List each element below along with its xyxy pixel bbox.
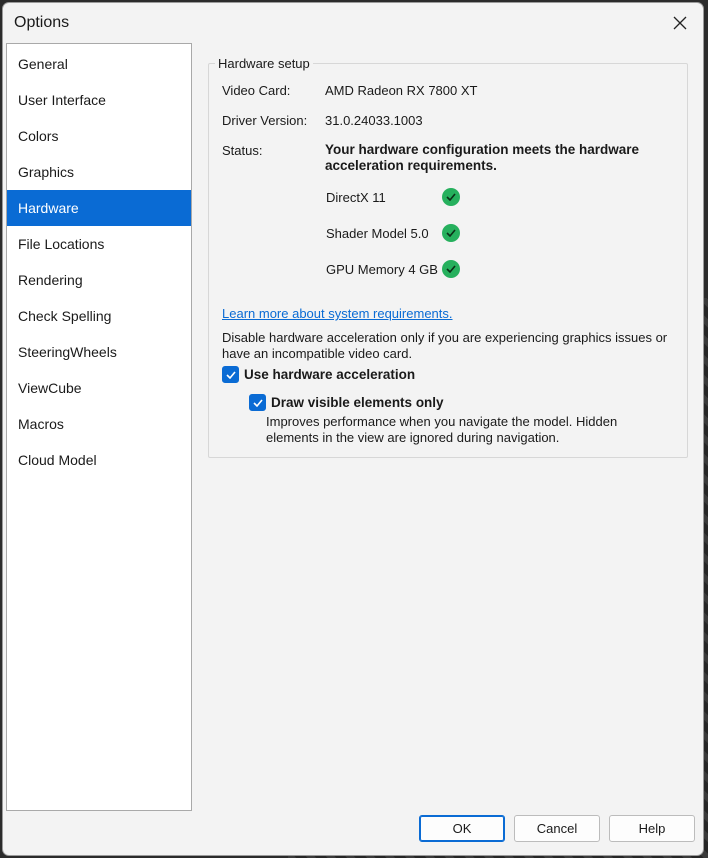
draw-visible-elements-checkbox[interactable]: Draw visible elements only (249, 394, 444, 411)
video-card-label: Video Card: (222, 83, 291, 98)
dialog-title: Options (14, 14, 70, 31)
checkbox-label[interactable]: Draw visible elements only (271, 395, 444, 410)
requirement-gpu-memory: GPU Memory 4 GB (326, 259, 438, 279)
checkbox-checked-icon[interactable] (249, 394, 266, 411)
cancel-button[interactable]: Cancel (514, 815, 600, 842)
dialog-footer: OK Cancel Help (3, 809, 703, 855)
requirement-label: Shader Model 5.0 (326, 225, 429, 241)
driver-version-label: Driver Version: (222, 113, 308, 128)
use-hardware-acceleration-checkbox[interactable]: Use hardware acceleration (222, 366, 415, 383)
draw-visible-description: Improves performance when you navigate t… (266, 414, 618, 445)
check-icon (442, 260, 460, 278)
help-button[interactable]: Help (609, 815, 695, 842)
requirement-directx: DirectX 11 (326, 187, 386, 207)
group-title: Hardware setup (215, 56, 313, 71)
sidebar-item-colors[interactable]: Colors (7, 118, 191, 154)
check-icon (442, 188, 460, 206)
check-icon (442, 224, 460, 242)
close-button[interactable] (667, 11, 693, 35)
sidebar-item-graphics[interactable]: Graphics (7, 154, 191, 190)
close-icon (673, 16, 687, 30)
sidebar-item-rendering[interactable]: Rendering (7, 262, 191, 298)
requirement-label: DirectX 11 (326, 189, 386, 205)
checkbox-checked-icon[interactable] (222, 366, 239, 383)
requirement-label: GPU Memory 4 GB (326, 261, 438, 277)
video-card-value: AMD Radeon RX 7800 XT (325, 83, 478, 98)
sidebar-item-steeringwheels[interactable]: SteeringWheels (7, 334, 191, 370)
requirement-shader-model: Shader Model 5.0 (326, 223, 429, 243)
sidebar-item-file-locations[interactable]: File Locations (7, 226, 191, 262)
sidebar-item-cloud-model[interactable]: Cloud Model (7, 442, 191, 478)
disable-acceleration-note: Disable hardware acceleration only if yo… (222, 330, 668, 361)
driver-version-value: 31.0.24033.1003 (325, 113, 423, 128)
hardware-setup-group: Hardware setup Video Card: AMD Radeon RX… (208, 56, 688, 458)
ok-button[interactable]: OK (419, 815, 505, 842)
sidebar-item-general[interactable]: General (7, 46, 191, 82)
sidebar-item-user-interface[interactable]: User Interface (7, 82, 191, 118)
sidebar-item-hardware[interactable]: Hardware (7, 190, 191, 226)
status-label: Status: (222, 143, 263, 158)
checkbox-label[interactable]: Use hardware acceleration (244, 367, 415, 382)
sidebar-item-check-spelling[interactable]: Check Spelling (7, 298, 191, 334)
status-value: Your hardware configuration meets the ha… (325, 142, 640, 173)
sidebar-item-macros[interactable]: Macros (7, 406, 191, 442)
system-requirements-link[interactable]: Learn more about system requirements. (222, 306, 453, 321)
hardware-panel: Hardware setup Video Card: AMD Radeon RX… (193, 43, 701, 811)
title-bar: Options (3, 3, 703, 41)
options-dialog: Options General User Interface Colors Gr… (2, 2, 704, 856)
sidebar-item-viewcube[interactable]: ViewCube (7, 370, 191, 406)
category-list[interactable]: General User Interface Colors Graphics H… (6, 43, 192, 811)
